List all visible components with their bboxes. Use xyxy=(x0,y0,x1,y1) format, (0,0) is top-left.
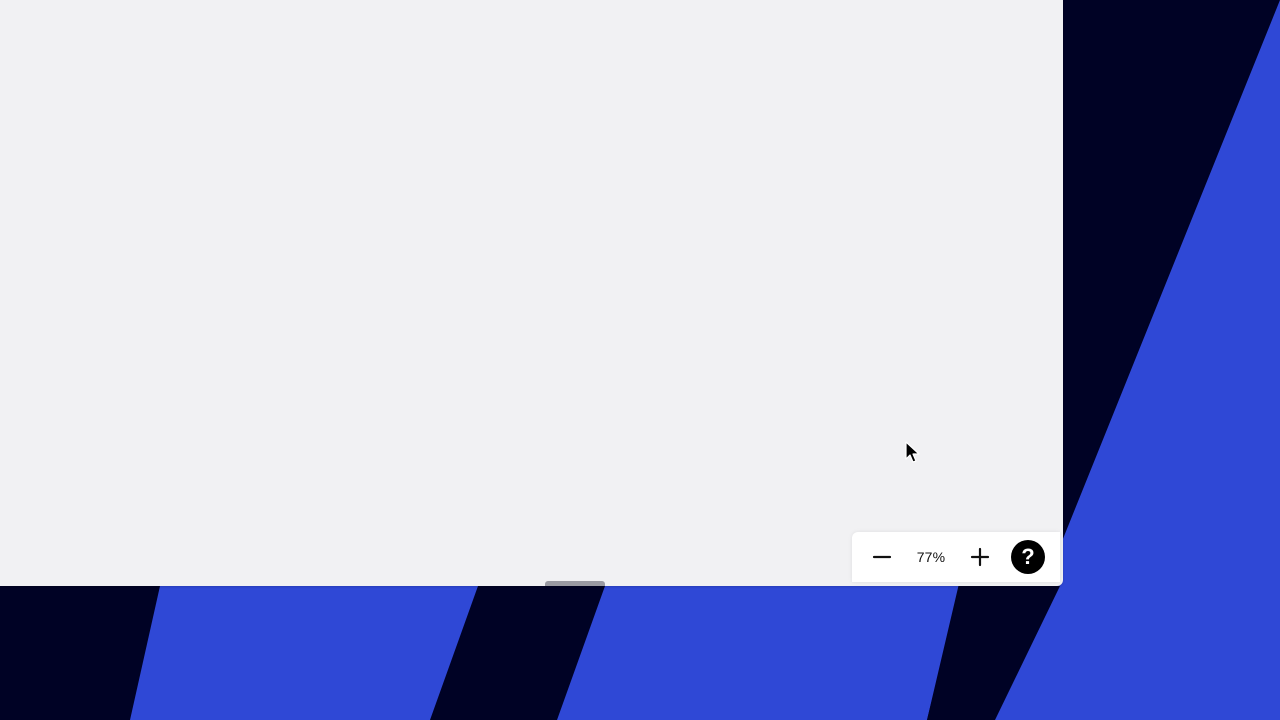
panel-resize-handle[interactable] xyxy=(545,581,605,586)
canvas-area[interactable] xyxy=(0,0,1063,586)
zoom-toolbar: 77% ? xyxy=(852,532,1060,582)
question-mark-icon: ? xyxy=(1021,544,1035,569)
zoom-in-button[interactable] xyxy=(955,532,1005,582)
arrow-pointer-icon xyxy=(905,441,920,463)
desktop: 77% ? xyxy=(0,0,1280,720)
zoom-out-button[interactable] xyxy=(857,532,907,582)
help-button[interactable]: ? xyxy=(1011,540,1045,574)
zoom-level-value[interactable]: 77% xyxy=(907,549,955,565)
plus-icon xyxy=(970,547,990,567)
minus-icon xyxy=(872,555,892,559)
